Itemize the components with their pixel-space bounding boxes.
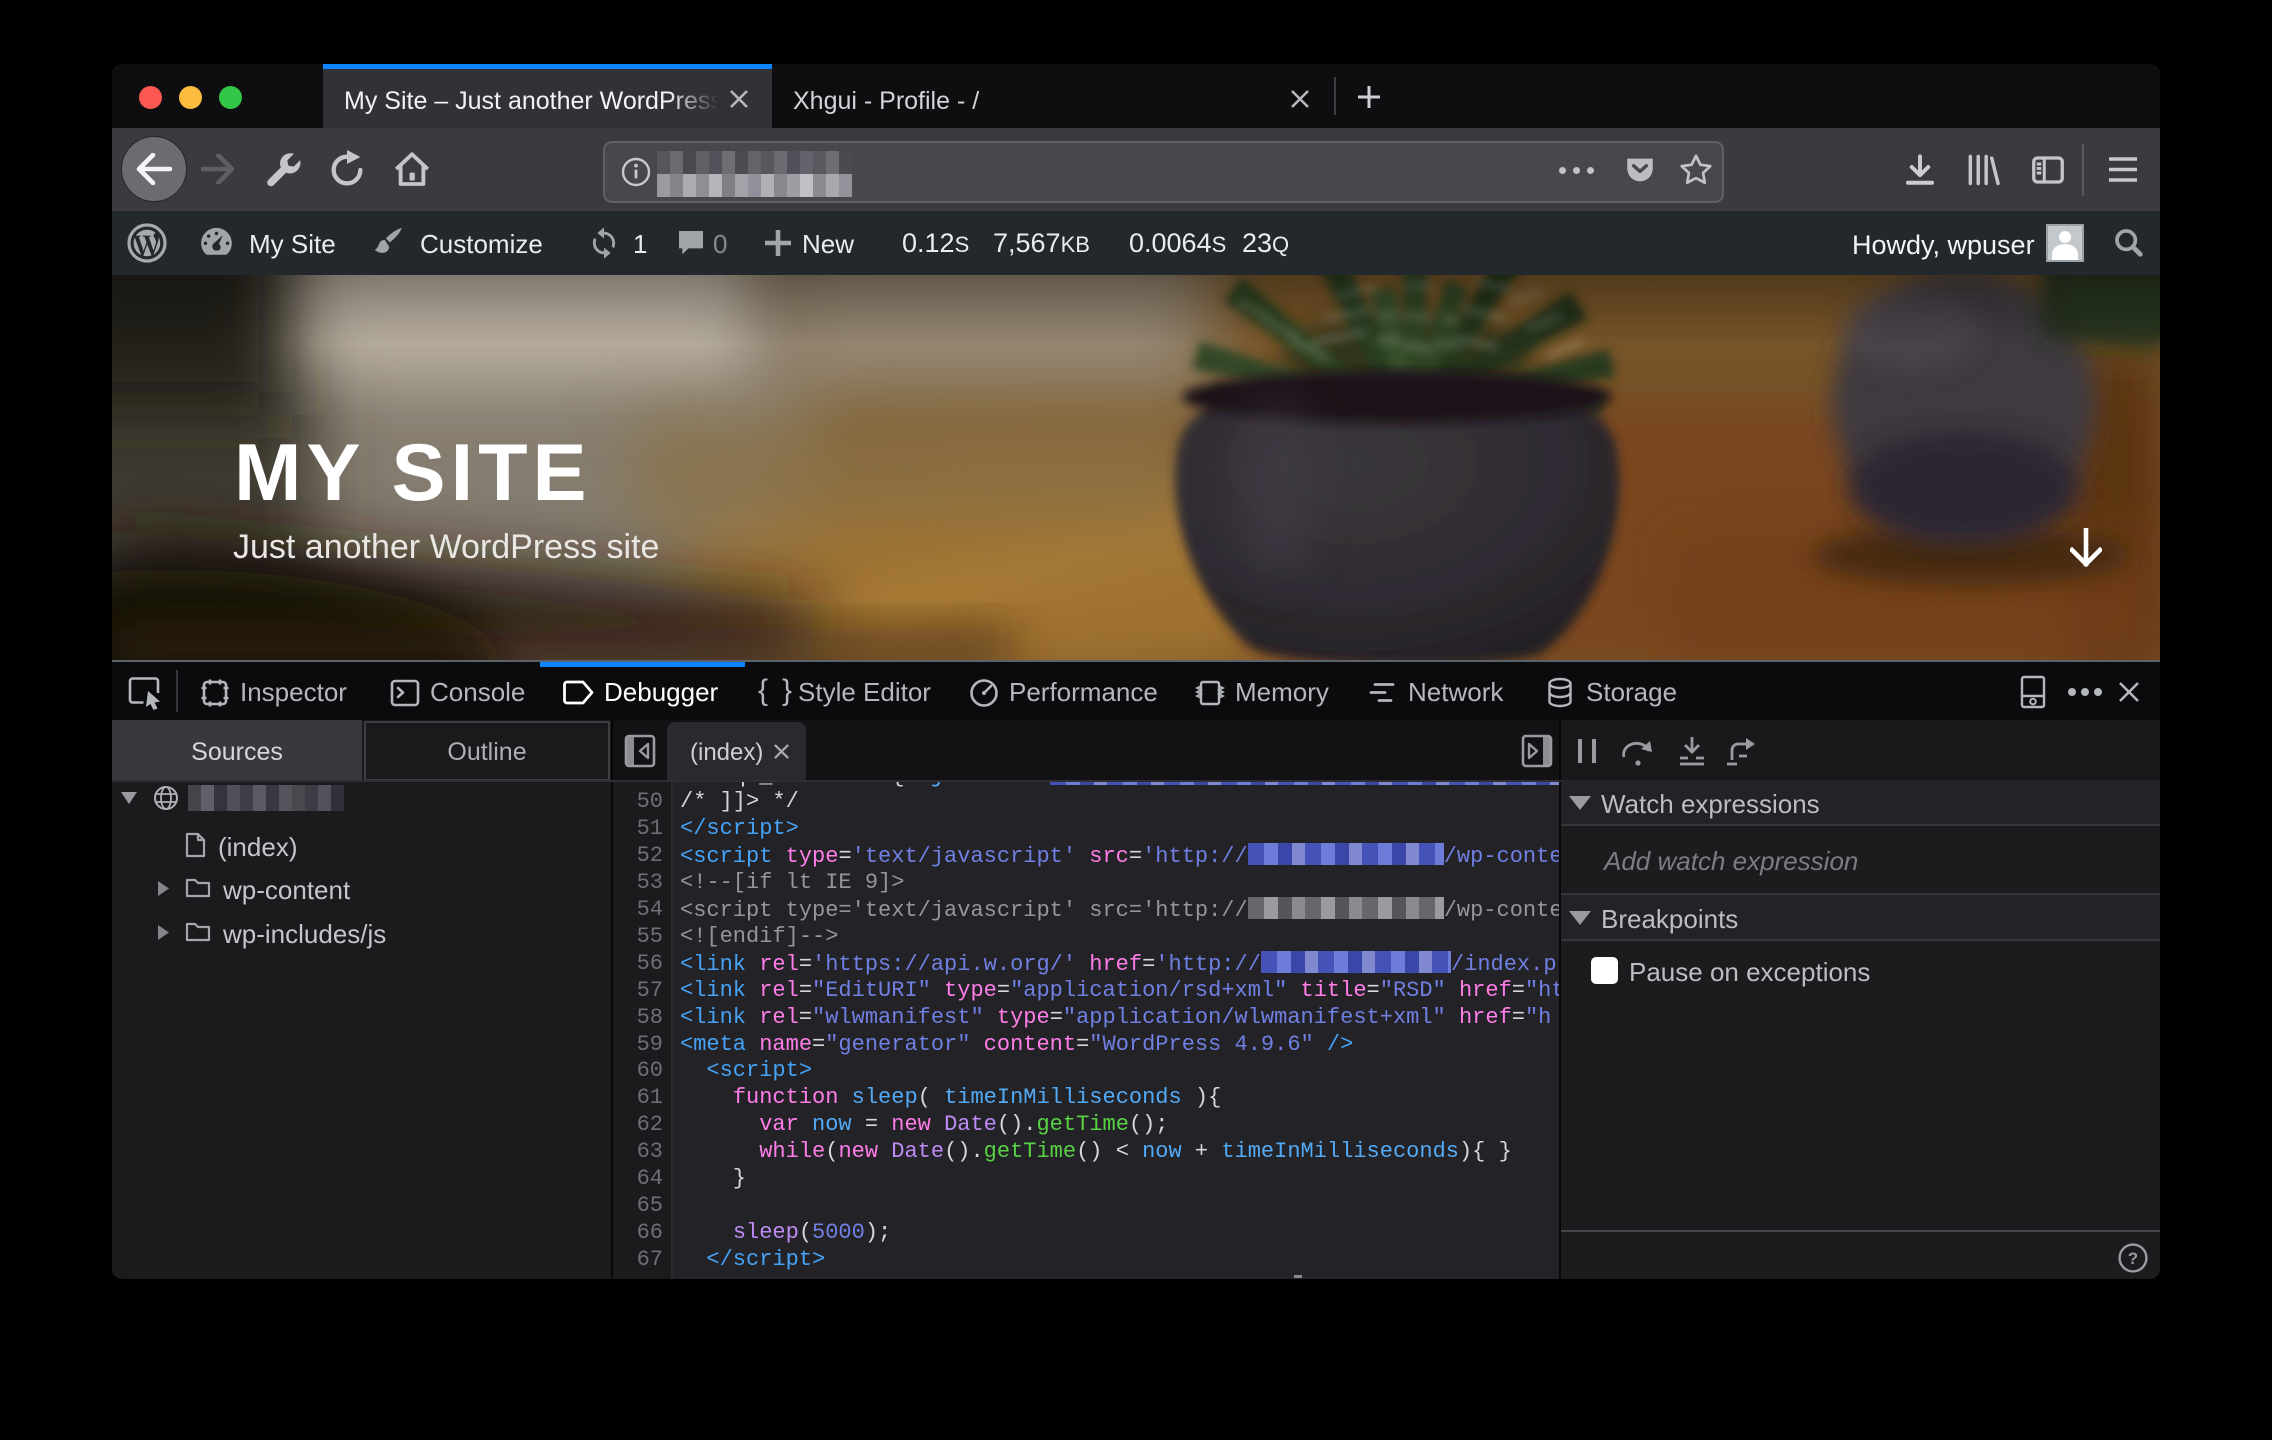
svg-text:?: ? bbox=[2128, 1249, 2138, 1268]
